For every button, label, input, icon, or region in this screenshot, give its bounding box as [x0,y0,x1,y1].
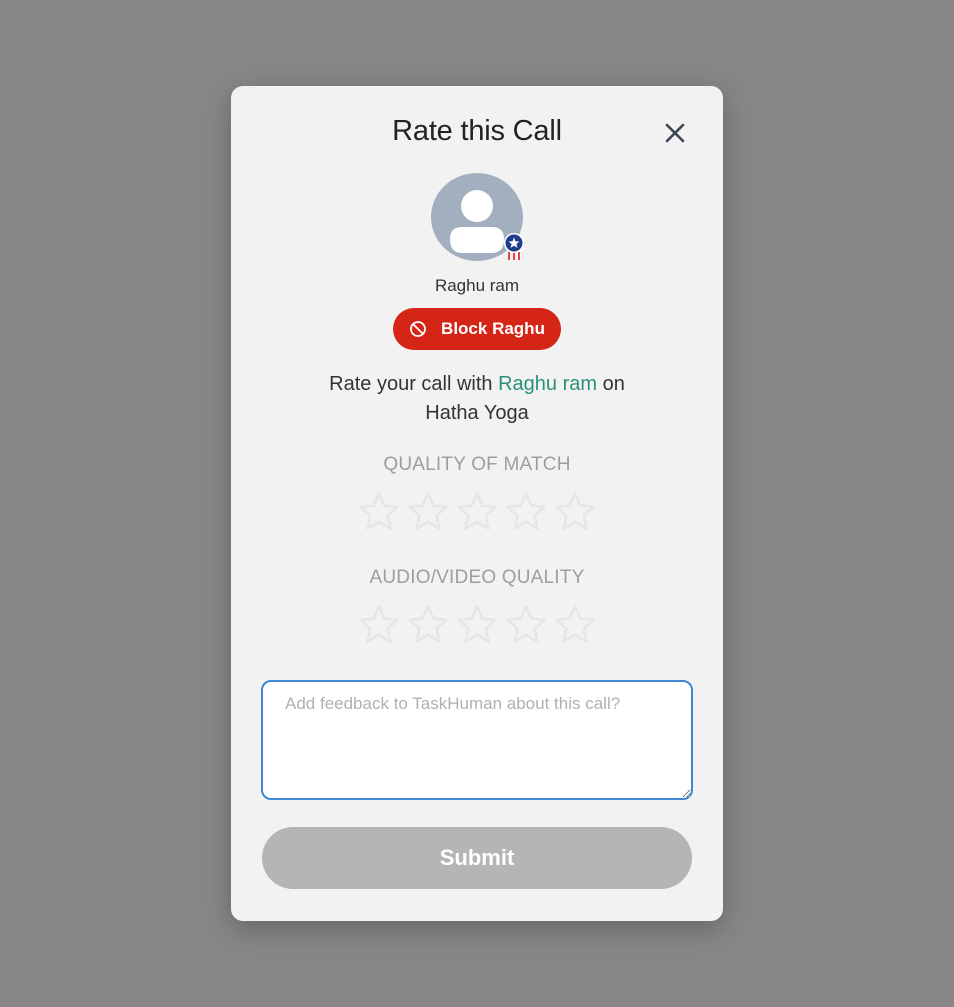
star-icon[interactable] [504,490,548,534]
star-icon[interactable] [406,490,450,534]
star-icon[interactable] [504,603,548,647]
star-icon[interactable] [357,603,401,647]
star-icon[interactable] [406,603,450,647]
block-icon [410,321,426,337]
quality-of-match-label: QUALITY OF MATCH [383,454,571,475]
avatar [431,173,524,261]
rate-prompt: Rate your call with Raghu ram on Hatha Y… [291,370,663,428]
audio-video-quality-stars [357,603,597,647]
rate-prompt-prefix: Rate your call with [329,373,499,395]
star-icon[interactable] [455,603,499,647]
star-icon[interactable] [553,490,597,534]
close-icon[interactable] [663,121,687,145]
block-user-button[interactable]: Block Raghu [393,308,561,350]
modal-title: Rate this Call [392,115,562,147]
rate-call-modal: Rate this Call Raghu ram Block Raghu Rat… [231,86,723,921]
star-icon[interactable] [455,490,499,534]
star-icon[interactable] [357,490,401,534]
user-link[interactable]: Raghu ram [498,373,597,395]
feedback-textarea[interactable] [261,680,693,800]
block-button-label: Block Raghu [441,319,545,338]
user-name: Raghu ram [434,276,520,295]
submit-button[interactable]: Submit [262,827,692,889]
star-icon[interactable] [553,603,597,647]
rate-prompt-middle: on [597,373,625,395]
quality-of-match-stars [357,490,597,534]
session-topic: Hatha Yoga [425,402,529,424]
star-medal-icon [504,233,524,260]
audio-video-quality-label: AUDIO/VIDEO QUALITY [369,567,585,588]
